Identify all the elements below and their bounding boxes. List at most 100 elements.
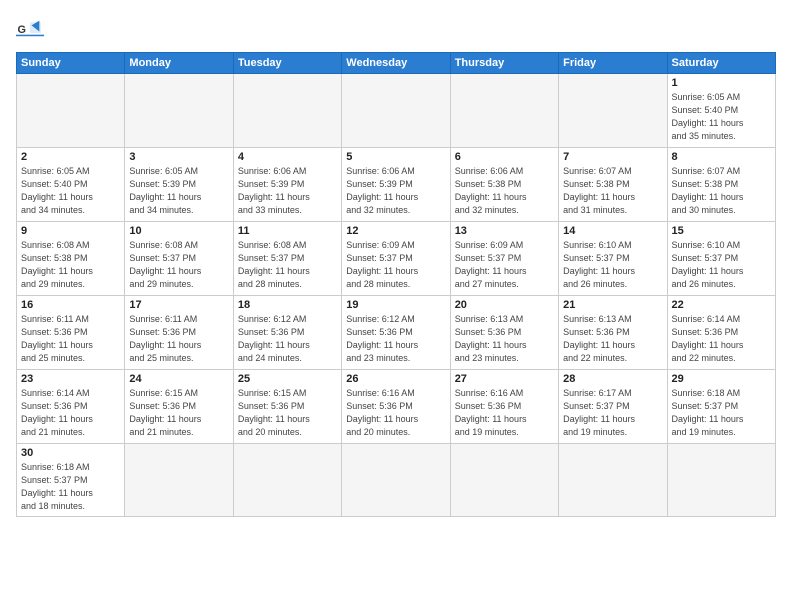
calendar-week-0: 1 Sunrise: 6:05 AM Sunset: 5:40 PM Daylig…	[17, 74, 776, 148]
calendar-cell: 12Sunrise: 6:09 AM Sunset: 5:37 PM Dayli…	[342, 222, 450, 296]
day-info: Sunrise: 6:09 AM Sunset: 5:37 PM Dayligh…	[455, 239, 554, 291]
calendar-cell: 9Sunrise: 6:08 AM Sunset: 5:38 PM Daylig…	[17, 222, 125, 296]
svg-text:G: G	[18, 24, 26, 36]
day-info: Sunrise: 6:13 AM Sunset: 5:36 PM Dayligh…	[455, 313, 554, 365]
calendar-cell: 24Sunrise: 6:15 AM Sunset: 5:36 PM Dayli…	[125, 370, 233, 444]
day-info: Sunrise: 6:14 AM Sunset: 5:36 PM Dayligh…	[672, 313, 771, 365]
calendar-cell: 23Sunrise: 6:14 AM Sunset: 5:36 PM Dayli…	[17, 370, 125, 444]
col-header-wednesday: Wednesday	[342, 53, 450, 74]
calendar-cell: 10Sunrise: 6:08 AM Sunset: 5:37 PM Dayli…	[125, 222, 233, 296]
calendar-week-1: 2 Sunrise: 6:05 AM Sunset: 5:40 PM Daylig…	[17, 148, 776, 222]
calendar-cell: 8Sunrise: 6:07 AM Sunset: 5:38 PM Daylig…	[667, 148, 775, 222]
calendar-cell: 16 Sunrise: 6:11 AM Sunset: 5:36 PM Dayli…	[17, 296, 125, 370]
col-header-sunday: Sunday	[17, 53, 125, 74]
day-number: 5	[346, 151, 445, 163]
calendar-cell	[450, 74, 558, 148]
day-number: 1	[672, 77, 771, 89]
col-header-tuesday: Tuesday	[233, 53, 341, 74]
calendar-cell: 14Sunrise: 6:10 AM Sunset: 5:37 PM Dayli…	[559, 222, 667, 296]
calendar-cell: 1 Sunrise: 6:05 AM Sunset: 5:40 PM Daylig…	[667, 74, 775, 148]
calendar-cell: 7Sunrise: 6:07 AM Sunset: 5:38 PM Daylig…	[559, 148, 667, 222]
day-number: 19	[346, 299, 445, 311]
day-number: 21	[563, 299, 662, 311]
calendar-cell: 18 Sunrise: 6:12 AM Sunset: 5:36 PM Dayli…	[233, 296, 341, 370]
day-info: Sunrise: 6:10 AM Sunset: 5:37 PM Dayligh…	[563, 239, 662, 291]
calendar-cell: 6 Sunrise: 6:06 AM Sunset: 5:38 PM Daylig…	[450, 148, 558, 222]
calendar-cell: 28 Sunrise: 6:17 AM Sunset: 5:37 PM Dayli…	[559, 370, 667, 444]
day-info: Sunrise: 6:09 AM Sunset: 5:37 PM Dayligh…	[346, 239, 445, 291]
day-info: Sunrise: 6:17 AM Sunset: 5:37 PM Dayligh…	[563, 387, 662, 439]
calendar-cell	[233, 74, 341, 148]
day-number: 7	[563, 151, 662, 163]
calendar-cell: 25 Sunrise: 6:15 AM Sunset: 5:36 PM Dayli…	[233, 370, 341, 444]
day-info: Sunrise: 6:18 AM Sunset: 5:37 PM Dayligh…	[672, 387, 771, 439]
day-info: Sunrise: 6:05 AM Sunset: 5:39 PM Dayligh…	[129, 165, 228, 217]
calendar-cell	[342, 74, 450, 148]
day-number: 13	[455, 225, 554, 237]
day-info: Sunrise: 6:10 AM Sunset: 5:37 PM Dayligh…	[672, 239, 771, 291]
day-info: Sunrise: 6:18 AM Sunset: 5:37 PM Dayligh…	[21, 461, 120, 513]
day-number: 25	[238, 373, 337, 385]
calendar-cell	[233, 444, 341, 517]
col-header-monday: Monday	[125, 53, 233, 74]
day-number: 29	[672, 373, 771, 385]
day-info: Sunrise: 6:15 AM Sunset: 5:36 PM Dayligh…	[238, 387, 337, 439]
day-info: Sunrise: 6:06 AM Sunset: 5:38 PM Dayligh…	[455, 165, 554, 217]
day-number: 11	[238, 225, 337, 237]
day-info: Sunrise: 6:16 AM Sunset: 5:36 PM Dayligh…	[346, 387, 445, 439]
generalblue-logo-icon: G	[16, 16, 44, 44]
col-header-thursday: Thursday	[450, 53, 558, 74]
calendar-cell: 17 Sunrise: 6:11 AM Sunset: 5:36 PM Dayli…	[125, 296, 233, 370]
day-info: Sunrise: 6:05 AM Sunset: 5:40 PM Dayligh…	[21, 165, 120, 217]
day-number: 16	[21, 299, 120, 311]
day-number: 4	[238, 151, 337, 163]
day-number: 8	[672, 151, 771, 163]
calendar-cell	[125, 74, 233, 148]
day-info: Sunrise: 6:06 AM Sunset: 5:39 PM Dayligh…	[238, 165, 337, 217]
calendar-cell: 19Sunrise: 6:12 AM Sunset: 5:36 PM Dayli…	[342, 296, 450, 370]
calendar-cell: 5 Sunrise: 6:06 AM Sunset: 5:39 PM Daylig…	[342, 148, 450, 222]
day-info: Sunrise: 6:11 AM Sunset: 5:36 PM Dayligh…	[21, 313, 120, 365]
calendar-week-5: 30Sunrise: 6:18 AM Sunset: 5:37 PM Dayli…	[17, 444, 776, 517]
calendar-cell: 11 Sunrise: 6:08 AM Sunset: 5:37 PM Dayli…	[233, 222, 341, 296]
day-number: 18	[238, 299, 337, 311]
calendar-cell: 20 Sunrise: 6:13 AM Sunset: 5:36 PM Dayli…	[450, 296, 558, 370]
day-info: Sunrise: 6:11 AM Sunset: 5:36 PM Dayligh…	[129, 313, 228, 365]
day-info: Sunrise: 6:06 AM Sunset: 5:39 PM Dayligh…	[346, 165, 445, 217]
day-number: 3	[129, 151, 228, 163]
page: G SundayMondayTuesdayWednesdayThursdayFr…	[0, 0, 792, 612]
day-number: 28	[563, 373, 662, 385]
day-number: 27	[455, 373, 554, 385]
calendar-cell	[450, 444, 558, 517]
day-number: 26	[346, 373, 445, 385]
day-info: Sunrise: 6:12 AM Sunset: 5:36 PM Dayligh…	[238, 313, 337, 365]
calendar-table: SundayMondayTuesdayWednesdayThursdayFrid…	[16, 52, 776, 517]
day-number: 20	[455, 299, 554, 311]
calendar-cell	[667, 444, 775, 517]
calendar-cell: 2 Sunrise: 6:05 AM Sunset: 5:40 PM Daylig…	[17, 148, 125, 222]
calendar-cell: 26 Sunrise: 6:16 AM Sunset: 5:36 PM Dayli…	[342, 370, 450, 444]
calendar-week-4: 23Sunrise: 6:14 AM Sunset: 5:36 PM Dayli…	[17, 370, 776, 444]
day-info: Sunrise: 6:08 AM Sunset: 5:37 PM Dayligh…	[238, 239, 337, 291]
day-info: Sunrise: 6:05 AM Sunset: 5:40 PM Dayligh…	[672, 91, 771, 143]
calendar-cell	[17, 74, 125, 148]
calendar-header-row: SundayMondayTuesdayWednesdayThursdayFrid…	[17, 53, 776, 74]
calendar-cell: 30Sunrise: 6:18 AM Sunset: 5:37 PM Dayli…	[17, 444, 125, 517]
calendar-cell	[342, 444, 450, 517]
day-number: 17	[129, 299, 228, 311]
day-number: 24	[129, 373, 228, 385]
calendar-cell: 13 Sunrise: 6:09 AM Sunset: 5:37 PM Dayli…	[450, 222, 558, 296]
calendar-cell: 15Sunrise: 6:10 AM Sunset: 5:37 PM Dayli…	[667, 222, 775, 296]
calendar-cell: 27 Sunrise: 6:16 AM Sunset: 5:36 PM Dayli…	[450, 370, 558, 444]
calendar-cell: 22 Sunrise: 6:14 AM Sunset: 5:36 PM Dayli…	[667, 296, 775, 370]
day-number: 6	[455, 151, 554, 163]
day-info: Sunrise: 6:16 AM Sunset: 5:36 PM Dayligh…	[455, 387, 554, 439]
day-info: Sunrise: 6:13 AM Sunset: 5:36 PM Dayligh…	[563, 313, 662, 365]
calendar-cell: 29 Sunrise: 6:18 AM Sunset: 5:37 PM Dayli…	[667, 370, 775, 444]
logo: G	[16, 16, 48, 44]
day-number: 22	[672, 299, 771, 311]
calendar-cell	[559, 74, 667, 148]
calendar-week-2: 9Sunrise: 6:08 AM Sunset: 5:38 PM Daylig…	[17, 222, 776, 296]
calendar-cell: 21 Sunrise: 6:13 AM Sunset: 5:36 PM Dayli…	[559, 296, 667, 370]
day-number: 2	[21, 151, 120, 163]
